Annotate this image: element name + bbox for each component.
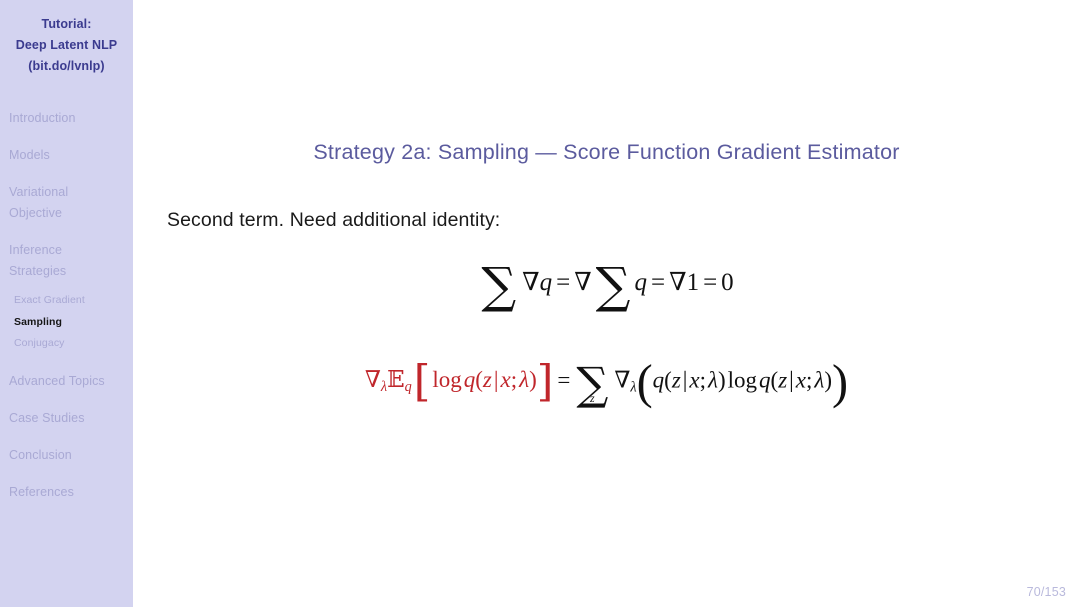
- variable-lambda: λ: [519, 367, 530, 393]
- sidebar-header: Tutorial: Deep Latent NLP (bit.do/lvnlp): [0, 0, 133, 77]
- conditional-bar: |: [789, 367, 794, 393]
- left-paren-large: (: [636, 355, 653, 409]
- sidebar-item-label: Models: [9, 148, 50, 162]
- sidebar-item-conclusion[interactable]: Conclusion: [0, 445, 133, 466]
- right-paren: ): [717, 367, 726, 393]
- sidebar-subitem-conjugacy[interactable]: Conjugacy: [0, 333, 133, 355]
- sidebar-item-label: Introduction: [9, 111, 76, 125]
- sidebar-item-references[interactable]: References: [0, 482, 133, 503]
- left-paren: (: [664, 367, 672, 393]
- log-operator: log: [432, 367, 462, 393]
- subscript-q: q: [404, 379, 412, 396]
- sidebar-item-case-studies[interactable]: Case Studies: [0, 408, 133, 429]
- constant-one: 1: [686, 269, 700, 297]
- summation-symbol: ∑: [481, 258, 517, 314]
- summation-over-z: ∑ z: [576, 357, 609, 410]
- equation-score-function-identity: ∇λ𝔼q[logq(z|x;λ)] = ∑ z ∇λ(q(z|x;λ)logq(z|x;…: [133, 355, 1080, 410]
- variable-x: x: [795, 367, 806, 393]
- equals-sign: =: [557, 367, 571, 393]
- variable-z: z: [778, 367, 788, 393]
- summation-symbol: ∑: [595, 258, 631, 314]
- sidebar-item-label-line-2: Objective: [9, 206, 63, 220]
- sidebar-item-label: Case Studies: [9, 410, 85, 425]
- sidebar-item-label: References: [9, 484, 74, 499]
- sidebar-subitem-label: Exact Gradient: [14, 294, 85, 306]
- sidebar-subitem-label: Conjugacy: [14, 337, 65, 349]
- slide-content: Strategy 2a: Sampling — Score Function G…: [133, 0, 1080, 607]
- variable-q: q: [539, 269, 553, 297]
- page-number: 70/153: [1026, 585, 1066, 599]
- sidebar-nav: Introduction Models Variational Objectiv…: [0, 108, 133, 503]
- equation-lhs-highlighted: ∇λ𝔼q[logq(z|x;λ)]: [364, 358, 554, 408]
- slide-body-text: Second term. Need additional identity:: [167, 209, 501, 231]
- nabla-operator: ∇: [574, 267, 592, 297]
- sidebar-subitem-exact-gradient[interactable]: Exact Gradient: [0, 290, 133, 312]
- sidebar-subitem-label: Sampling: [14, 315, 63, 328]
- left-paren: (: [475, 367, 483, 393]
- equals-sign: =: [650, 269, 666, 297]
- summation-index-label: z: [590, 391, 595, 405]
- sidebar-item-models[interactable]: Models: [0, 145, 133, 166]
- variable-z: z: [482, 367, 492, 393]
- right-square-bracket: ]: [536, 358, 554, 408]
- constant-zero: 0: [721, 269, 734, 297]
- variable-x: x: [689, 367, 700, 393]
- sidebar: Tutorial: Deep Latent NLP (bit.do/lvnlp)…: [0, 0, 133, 607]
- sidebar-item-label-line-1: Inference: [9, 243, 63, 257]
- variable-q: q: [652, 367, 665, 393]
- sidebar-header-line-2: Deep Latent NLP: [15, 38, 118, 52]
- variable-lambda: λ: [814, 367, 825, 393]
- slide-title: Strategy 2a: Sampling — Score Function G…: [313, 140, 900, 164]
- variable-x: x: [500, 367, 511, 393]
- right-paren-large: ): [832, 355, 849, 409]
- variable-q: q: [463, 367, 476, 393]
- equals-sign: =: [556, 269, 571, 297]
- nabla-operator: ∇: [364, 367, 381, 394]
- equals-sign: =: [703, 269, 718, 297]
- sidebar-header-line-1: Tutorial:: [41, 17, 92, 31]
- variable-lambda: λ: [708, 367, 718, 393]
- semicolon: ;: [510, 367, 518, 393]
- sidebar-item-label: Advanced Topics: [9, 373, 105, 388]
- nabla-operator: ∇: [614, 367, 631, 394]
- sidebar-item-introduction[interactable]: Introduction: [0, 108, 133, 129]
- semicolon: ;: [699, 367, 707, 393]
- sidebar-subsection-group: Exact Gradient Sampling Conjugacy: [0, 290, 133, 355]
- variable-q: q: [634, 269, 647, 297]
- sidebar-item-inference-strategies[interactable]: Inference Strategies: [0, 240, 133, 282]
- log-operator: log: [727, 367, 758, 393]
- variable-q: q: [759, 367, 771, 393]
- sidebar-item-label-line-1: Variational: [9, 185, 69, 199]
- equation-sum-identity: ∑ ∇q = ∇∑ q = ∇1 = 0: [133, 258, 1080, 314]
- right-paren: ): [824, 367, 833, 393]
- left-square-bracket: [: [413, 358, 431, 408]
- variable-z: z: [671, 367, 681, 393]
- sidebar-header-line-3[interactable]: (bit.do/lvnlp): [0, 56, 133, 77]
- sidebar-item-label-line-2: Strategies: [9, 264, 67, 278]
- sidebar-item-label: Conclusion: [9, 447, 72, 462]
- sidebar-subitem-sampling[interactable]: Sampling: [0, 312, 133, 334]
- expectation-operator: 𝔼: [387, 367, 405, 394]
- right-paren: ): [529, 367, 537, 393]
- nabla-operator: ∇: [669, 267, 687, 297]
- sidebar-item-variational-objective[interactable]: Variational Objective: [0, 182, 133, 224]
- nabla-operator: ∇: [522, 267, 540, 297]
- sidebar-item-advanced-topics[interactable]: Advanced Topics: [0, 371, 133, 392]
- semicolon: ;: [806, 367, 813, 393]
